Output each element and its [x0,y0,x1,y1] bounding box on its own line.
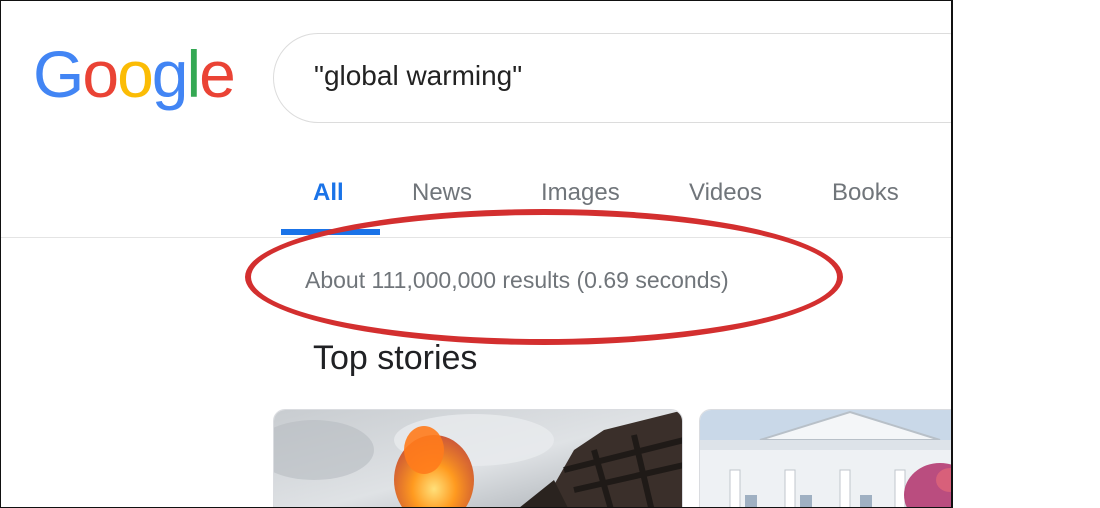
story-card[interactable] [273,409,683,507]
tab-books[interactable]: Books [832,179,899,207]
story-thumbnail-building [700,410,951,507]
logo-letter: e [199,37,236,111]
tab-videos[interactable]: Videos [689,179,762,207]
annotation-circle [245,209,843,345]
search-input[interactable]: "global warming" [314,60,522,92]
logo-letter: o [117,37,154,111]
top-stories-heading: Top stories [313,339,478,377]
search-box[interactable]: "global warming" [273,33,951,123]
logo-letter: l [186,37,202,111]
story-card[interactable] [699,409,951,507]
tab-all[interactable]: All [313,179,344,207]
logo-letter: G [33,37,84,111]
story-thumbnail-fire [274,410,682,507]
google-logo[interactable]: Google [33,37,236,111]
tab-news[interactable]: News [412,179,472,207]
logo-letter: g [151,37,189,111]
logo-letter: o [82,37,119,111]
browser-frame: Google "global warming" All News Images … [0,0,953,508]
tab-images[interactable]: Images [541,179,620,207]
